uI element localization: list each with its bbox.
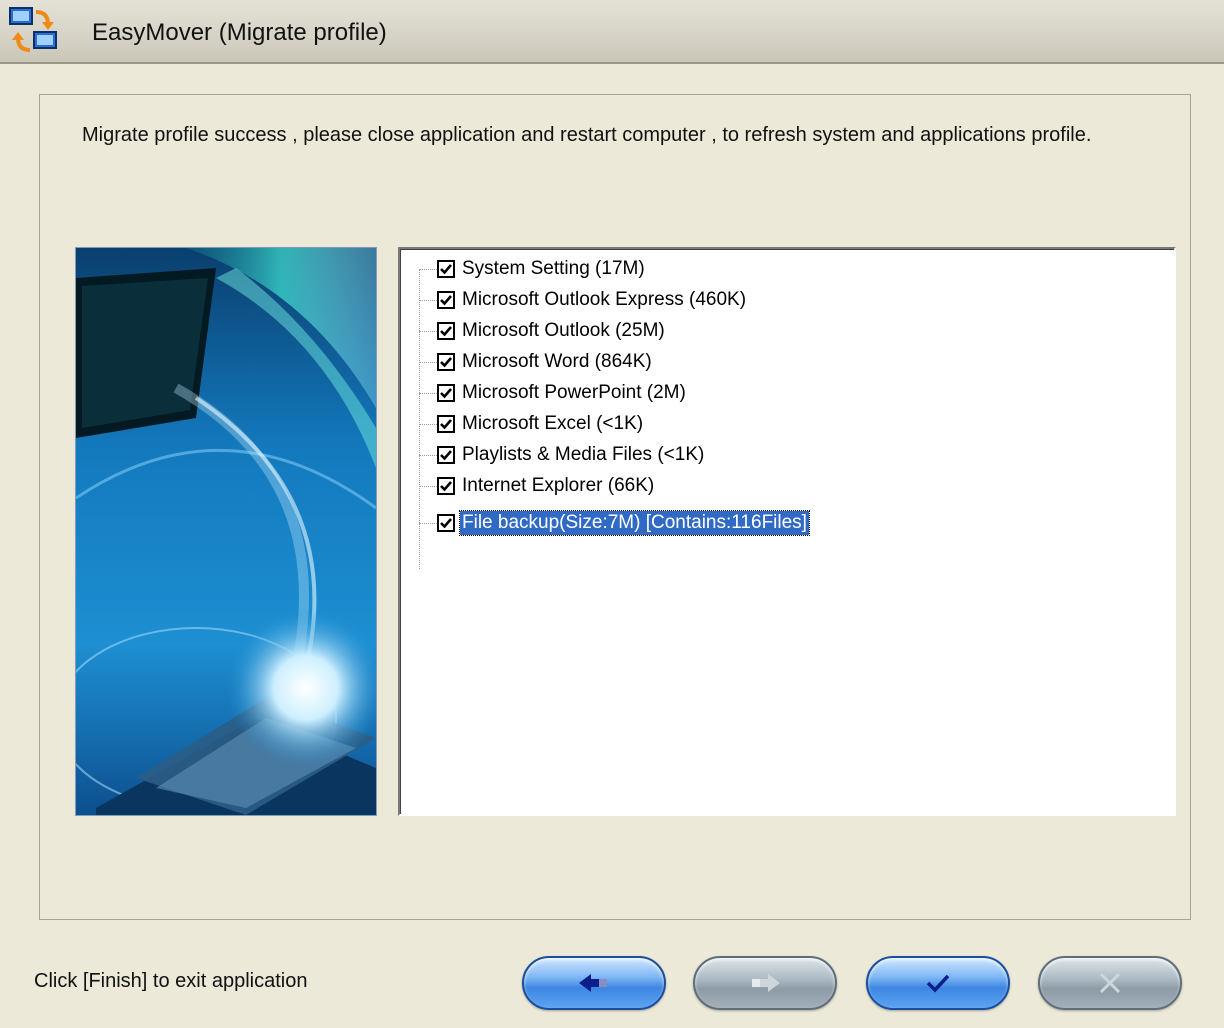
tree-branch [419, 485, 437, 487]
tree-item[interactable]: Microsoft Word (864K) [419, 348, 654, 376]
tree-branch [419, 361, 437, 363]
tree-item[interactable]: Microsoft Outlook Express (460K) [419, 286, 748, 314]
item-checkbox[interactable] [437, 353, 455, 371]
title-bar: EasyMover (Migrate profile) [0, 0, 1224, 64]
cancel-button[interactable] [1038, 956, 1182, 1010]
item-label[interactable]: Microsoft PowerPoint (2M) [460, 381, 688, 405]
tree-branch [419, 330, 437, 332]
item-label[interactable]: Internet Explorer (66K) [460, 474, 656, 498]
tree-branch [419, 268, 437, 270]
profile-tree[interactable]: System Setting (17M) Microsoft Outlook E… [398, 247, 1176, 816]
item-checkbox[interactable] [437, 384, 455, 402]
item-checkbox[interactable] [437, 291, 455, 309]
tree-branch [419, 454, 437, 456]
next-button[interactable] [693, 956, 837, 1010]
arrow-right-icon [748, 972, 782, 994]
item-label[interactable]: Playlists & Media Files (<1K) [460, 443, 706, 467]
tree-item[interactable]: Microsoft Outlook (25M) [419, 317, 667, 345]
tree-item-selected[interactable]: File backup(Size:7M) [Contains:116Files] [419, 509, 810, 537]
item-label[interactable]: Microsoft Word (864K) [460, 350, 654, 374]
tree-branch [419, 423, 437, 425]
tree-item[interactable]: Microsoft Excel (<1K) [419, 410, 645, 438]
x-icon [1097, 971, 1123, 995]
item-checkbox[interactable] [437, 477, 455, 495]
tree-item[interactable]: Internet Explorer (66K) [419, 472, 656, 500]
tree-item[interactable]: Microsoft PowerPoint (2M) [419, 379, 688, 407]
back-button[interactable] [522, 956, 666, 1010]
item-label[interactable]: File backup(Size:7M) [Contains:116Files] [459, 510, 810, 536]
easymover-app-icon [8, 6, 66, 60]
arrow-left-icon [577, 972, 611, 994]
tree-branch [419, 299, 437, 301]
tree-item[interactable]: Playlists & Media Files (<1K) [419, 441, 706, 469]
tree-branch [419, 522, 437, 524]
status-text: Click [Finish] to exit application [34, 970, 308, 992]
decorative-laptop-image [75, 247, 377, 816]
item-label[interactable]: Microsoft Outlook Express (460K) [460, 288, 748, 312]
tree-branch [419, 392, 437, 394]
success-message: Migrate profile success , please close a… [82, 124, 1092, 146]
item-checkbox[interactable] [437, 514, 455, 532]
item-checkbox[interactable] [437, 260, 455, 278]
finish-button[interactable] [866, 956, 1010, 1010]
item-label[interactable]: Microsoft Outlook (25M) [460, 319, 667, 343]
item-label[interactable]: System Setting (17M) [460, 257, 647, 281]
tree-item[interactable]: System Setting (17M) [419, 255, 647, 283]
checkmark-icon [923, 972, 953, 994]
item-checkbox[interactable] [437, 446, 455, 464]
item-label[interactable]: Microsoft Excel (<1K) [460, 412, 645, 436]
item-checkbox[interactable] [437, 322, 455, 340]
item-checkbox[interactable] [437, 415, 455, 433]
window-title: EasyMover (Migrate profile) [92, 19, 387, 46]
